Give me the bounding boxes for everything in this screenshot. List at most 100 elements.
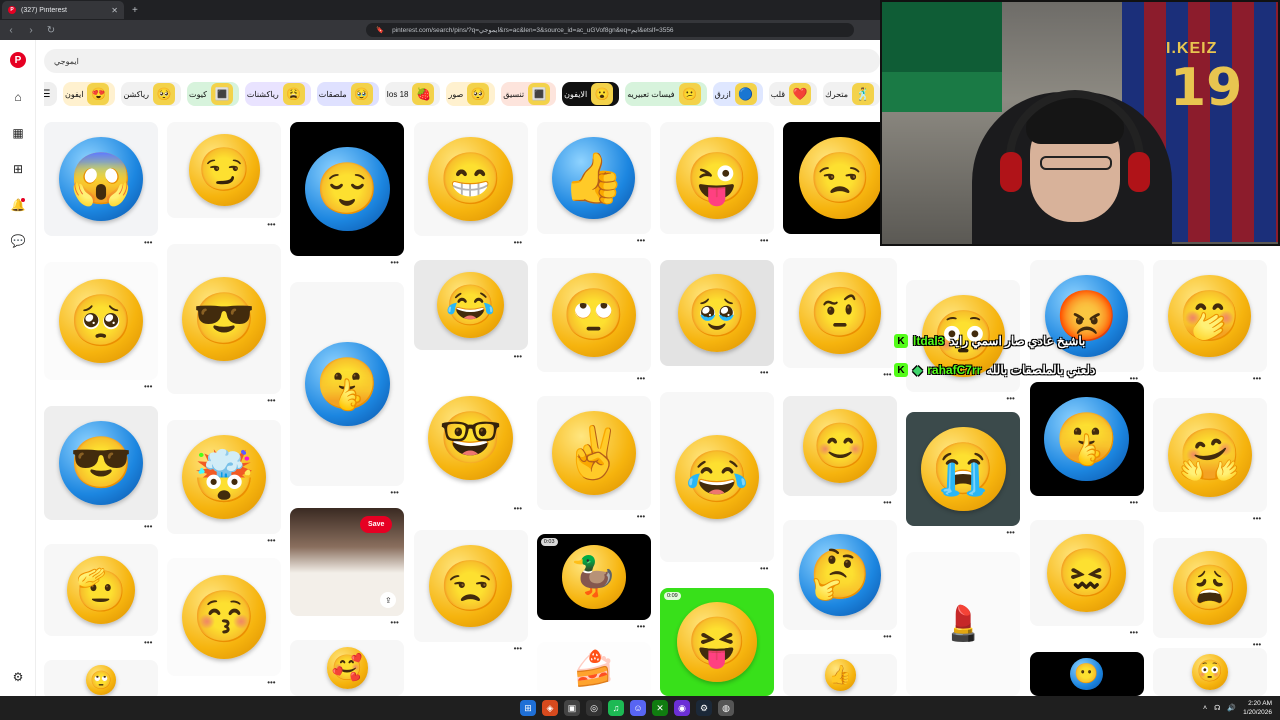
pin-card[interactable]: 😜 <box>660 122 774 234</box>
pin-card[interactable]: 😶 <box>1029 652 1144 696</box>
more-options-icon[interactable]: ••• <box>637 374 645 383</box>
pin-card[interactable]: 😌 <box>290 122 405 256</box>
suggestion-chip[interactable]: صور 🥺 <box>446 82 496 106</box>
more-options-icon[interactable]: ••• <box>760 236 768 245</box>
suggestion-chip[interactable]: Ios 18 🍓 <box>384 82 441 106</box>
more-options-icon[interactable]: ••• <box>514 504 522 513</box>
more-options-icon[interactable]: ••• <box>883 632 891 641</box>
discord-icon[interactable]: ☺ <box>630 700 646 716</box>
pin-card[interactable]: 🙄 <box>44 660 158 700</box>
start-icon[interactable]: ⊞ <box>520 700 536 716</box>
more-options-icon[interactable]: ••• <box>637 512 645 521</box>
home-icon[interactable]: ⌂ <box>11 90 25 104</box>
pin-card[interactable]: 😩 <box>1152 538 1267 638</box>
pin-card[interactable]: 😱 <box>44 122 158 236</box>
pin-card[interactable]: Save ⇪ <box>290 508 405 616</box>
suggestion-chip[interactable]: فيسات تعبيريه 😕 <box>625 82 707 106</box>
more-options-icon[interactable]: ••• <box>390 258 398 267</box>
settings-icon[interactable]: ⚙ <box>11 670 25 684</box>
filter-icon[interactable]: ☰ <box>44 82 57 106</box>
more-options-icon[interactable]: ••• <box>390 488 398 497</box>
more-options-icon[interactable]: ••• <box>1006 394 1014 403</box>
pin-card[interactable]: 🤓 <box>413 374 528 502</box>
pin-card[interactable]: 👍 <box>536 122 651 234</box>
pin-card[interactable]: 😡 <box>1029 260 1144 372</box>
steam-icon[interactable]: ⚙ <box>696 700 712 716</box>
back-icon[interactable]: ‹ <box>6 25 16 36</box>
store-icon[interactable]: ▣ <box>564 700 580 716</box>
pin-card[interactable]: 👍 <box>783 654 898 696</box>
pin-card[interactable]: 😚 <box>167 558 282 676</box>
more-options-icon[interactable]: ••• <box>1253 514 1261 523</box>
url-field[interactable]: 🔖 pinterest.com/search/pins/?q=ايموجي&rs… <box>366 23 854 37</box>
pinterest-logo-icon[interactable]: P <box>10 52 26 68</box>
app-icon[interactable]: ◍ <box>718 700 734 716</box>
pin-card[interactable]: 😖 <box>1029 520 1144 626</box>
more-options-icon[interactable]: ••• <box>883 370 891 379</box>
suggestion-chip[interactable]: الايفون 😮 <box>562 82 620 106</box>
more-options-icon[interactable]: ••• <box>144 522 152 531</box>
suggestion-chip[interactable]: ازرق 🔵 <box>712 82 763 106</box>
more-options-icon[interactable]: ••• <box>267 396 275 405</box>
app-icon[interactable]: ◎ <box>586 700 602 716</box>
close-tab-icon[interactable]: ✕ <box>111 6 118 15</box>
more-options-icon[interactable]: ••• <box>1253 374 1261 383</box>
new-tab-icon[interactable]: + <box>132 5 138 16</box>
bookmark-icon[interactable]: 🔖 <box>376 26 384 34</box>
obs-icon[interactable]: ◉ <box>674 700 690 716</box>
more-options-icon[interactable]: ••• <box>1130 498 1138 507</box>
more-options-icon[interactable]: ••• <box>267 678 275 687</box>
more-options-icon[interactable]: ••• <box>144 638 152 647</box>
suggestion-chip[interactable]: رياكشن 🥺 <box>121 82 182 106</box>
more-options-icon[interactable]: ••• <box>637 236 645 245</box>
xbox-icon[interactable]: ✕ <box>652 700 668 716</box>
pin-card[interactable]: 🥹 <box>660 260 774 366</box>
share-icon[interactable]: ⇪ <box>380 592 397 608</box>
pin-card[interactable]: 🦆 0:03 <box>536 534 651 620</box>
pin-card[interactable]: 🤫 <box>1029 382 1144 496</box>
pin-card[interactable]: 🍰 <box>536 642 651 696</box>
suggestion-chip[interactable]: كيوت 🔳 <box>187 82 239 106</box>
tab-pinterest[interactable]: P (327) Pinterest ✕ <box>2 1 124 19</box>
more-options-icon[interactable]: ••• <box>637 622 645 631</box>
more-options-icon[interactable]: ••• <box>1130 628 1138 637</box>
pin-card[interactable]: 😝 0:09 <box>660 588 774 696</box>
wifi-icon[interactable]: ☊ <box>1214 704 1220 712</box>
pin-card[interactable]: 🤫 <box>290 282 405 486</box>
pin-card[interactable]: 😏 <box>167 122 282 218</box>
notifications-icon[interactable]: 🔔 <box>11 198 25 212</box>
pin-card[interactable]: 🤨 <box>783 258 898 368</box>
volume-icon[interactable]: 🔊 <box>1227 704 1236 712</box>
pin-card[interactable]: 🤭 <box>1152 260 1267 372</box>
more-options-icon[interactable]: ••• <box>144 382 152 391</box>
more-options-icon[interactable]: ••• <box>883 498 891 507</box>
pin-card[interactable]: 😂 <box>660 392 774 562</box>
explore-icon[interactable]: ▦ <box>11 126 25 140</box>
suggestion-chip[interactable]: رياكشنات 😩 <box>244 82 311 106</box>
pin-card[interactable]: 🫡 <box>44 544 158 636</box>
more-options-icon[interactable]: ••• <box>760 564 768 573</box>
suggestion-chip[interactable]: متحرك 🕺 <box>823 82 880 106</box>
pin-card[interactable]: 😒 <box>413 530 528 642</box>
more-options-icon[interactable]: ••• <box>390 618 398 627</box>
save-button[interactable]: Save <box>360 516 393 533</box>
pin-card[interactable]: 😂 <box>413 260 528 350</box>
create-icon[interactable]: ⊞ <box>11 162 25 176</box>
suggestion-chip[interactable]: ملصقات 🥹 <box>316 82 379 106</box>
more-options-icon[interactable]: ••• <box>144 238 152 247</box>
pin-card[interactable]: 💄 <box>906 552 1021 696</box>
pin-card[interactable]: 🥺 <box>44 262 158 380</box>
brave-icon[interactable]: ◈ <box>542 700 558 716</box>
pin-card[interactable]: 😳 <box>1152 648 1267 696</box>
more-options-icon[interactable]: ••• <box>760 368 768 377</box>
pin-card[interactable]: 🤔 <box>783 520 898 630</box>
pin-card[interactable]: 🥰 <box>290 640 405 696</box>
pin-card[interactable]: 🤗 <box>1152 398 1267 512</box>
more-options-icon[interactable]: ••• <box>514 644 522 653</box>
pin-card[interactable]: ✌️ <box>536 396 651 510</box>
suggestion-chip[interactable]: ايفون 😍 <box>62 82 116 106</box>
pin-card[interactable]: 🙄 <box>536 258 651 372</box>
pin-card[interactable]: 😎 <box>44 406 158 520</box>
pin-card[interactable]: 😎 <box>167 244 282 394</box>
suggestion-chip[interactable]: قلب ❤️ <box>768 82 818 106</box>
